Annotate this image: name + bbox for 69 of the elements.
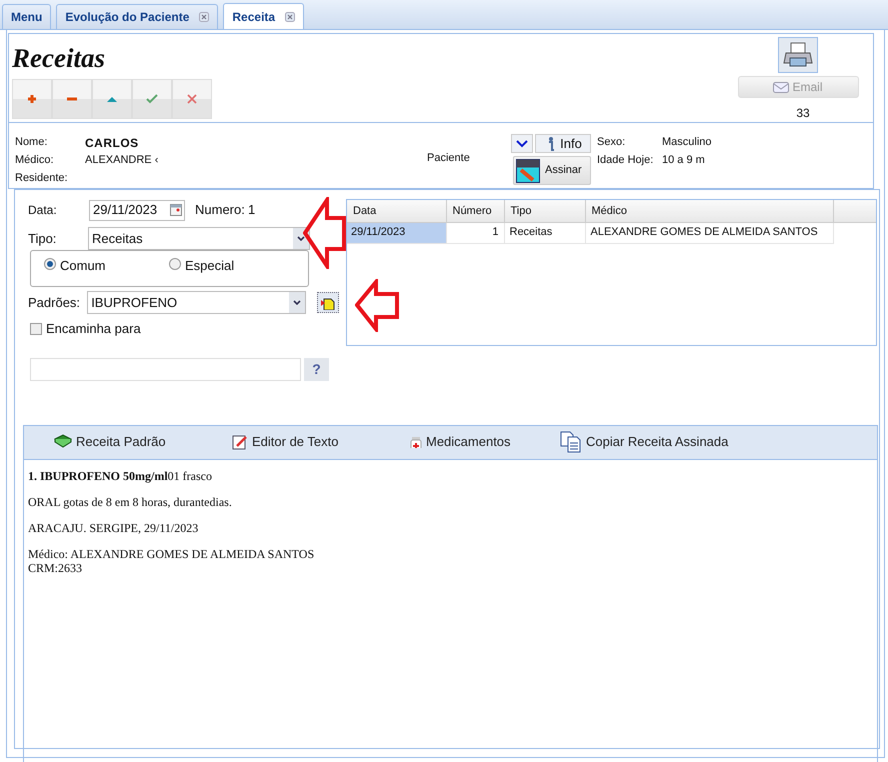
sign-button[interactable]: Assinar	[513, 156, 591, 185]
field-value: CARLOS	[85, 135, 139, 148]
column-header[interactable]: Data	[347, 200, 446, 222]
add-button[interactable]	[12, 79, 52, 119]
chevron-down-icon	[516, 140, 528, 148]
record-count: 33	[795, 105, 810, 122]
table-cell: 1	[446, 222, 504, 243]
field-label: Residente:	[15, 171, 69, 184]
expand-button[interactable]	[511, 134, 533, 153]
signature-pad-icon	[516, 158, 540, 182]
field-value: ALEXANDRE ‹	[85, 153, 158, 166]
calendar-icon	[170, 204, 182, 216]
type-select[interactable]: Receitas	[88, 227, 310, 250]
field-label: Sexo:	[597, 135, 626, 148]
field-label: Médico:	[15, 153, 55, 166]
prescription-text: Médico: ALEXANDRE GOMES DE ALMEIDA SANTOS	[28, 546, 316, 560]
defaults-select[interactable]: IBUPROFENO	[87, 291, 306, 314]
column-header[interactable]: Tipo	[504, 200, 585, 222]
cancel-button[interactable]	[172, 79, 212, 119]
date-field[interactable]: 29/11/2023	[89, 200, 185, 220]
field-value: Masculino	[662, 135, 712, 148]
document-arrow-icon	[321, 296, 336, 310]
table-cell: ALEXANDRE GOMES DE ALMEIDA SANTOS	[585, 222, 833, 243]
copy-document-icon	[560, 431, 582, 453]
prescription-text: 1. IBUPROFENO 50mg/ml01 frasco	[28, 468, 213, 482]
field-label: Padrões:	[28, 294, 82, 312]
apply-button[interactable]	[317, 292, 339, 313]
tab[interactable]: Receita	[223, 3, 304, 29]
field-label: Tipo:	[28, 230, 58, 248]
field-label: Data:	[28, 202, 58, 219]
annotation-arrow	[355, 279, 400, 332]
column-header[interactable]: Número	[446, 200, 504, 222]
edit-icon	[232, 434, 248, 450]
prescription-text: ARACAJU. SERGIPE, 29/11/2023	[28, 520, 200, 534]
editor-tool-button[interactable]: Medicamentos	[410, 432, 560, 452]
prescription-text: ORAL gotas de 8 em 8 horas, durantedias.	[28, 494, 233, 508]
editor-tool-button[interactable]: Editor de Texto	[232, 432, 410, 452]
plus-icon	[26, 93, 38, 105]
table-cell: 29/11/2023	[347, 222, 446, 243]
chevron-down-icon	[293, 300, 302, 305]
info-button[interactable]: Info	[535, 134, 591, 153]
patient-label: Paciente	[426, 151, 471, 166]
check-icon	[146, 93, 158, 105]
print-button[interactable]	[778, 37, 818, 74]
annotation-arrow	[303, 197, 347, 269]
prescription-text: CRM:2633	[28, 560, 84, 574]
page-title: Receitas	[12, 42, 106, 75]
column-header[interactable]: Médico	[585, 200, 833, 222]
field-value: 10 a 9 m	[662, 153, 705, 166]
radio-option[interactable]: Comum	[44, 256, 169, 272]
field-label: Idade Hoje:	[597, 153, 654, 166]
envelope-icon	[773, 81, 790, 94]
help-button[interactable]: ?	[304, 358, 329, 380]
confirm-button[interactable]	[132, 79, 172, 119]
field-label: Nome:	[15, 135, 48, 148]
editor-tool-button[interactable]: Copiar Receita Assinada	[560, 431, 760, 453]
table-cell: Receitas	[504, 222, 585, 243]
tab[interactable]: Evolução do Paciente	[56, 4, 218, 29]
field-label: Numero:	[195, 201, 246, 220]
medicine-bottle-icon	[410, 436, 422, 448]
printer-icon	[783, 41, 813, 70]
search-field[interactable]	[30, 358, 301, 380]
radio-option[interactable]: Especial	[169, 256, 294, 272]
forward-checkbox[interactable]: Encaminha para	[30, 319, 160, 338]
number-value: 1	[248, 201, 256, 220]
editor-tool-button[interactable]: Receita Padrão	[54, 432, 232, 452]
tab[interactable]: Menu	[2, 4, 52, 29]
chevron-down-icon	[297, 236, 305, 241]
close-icon	[186, 93, 198, 105]
